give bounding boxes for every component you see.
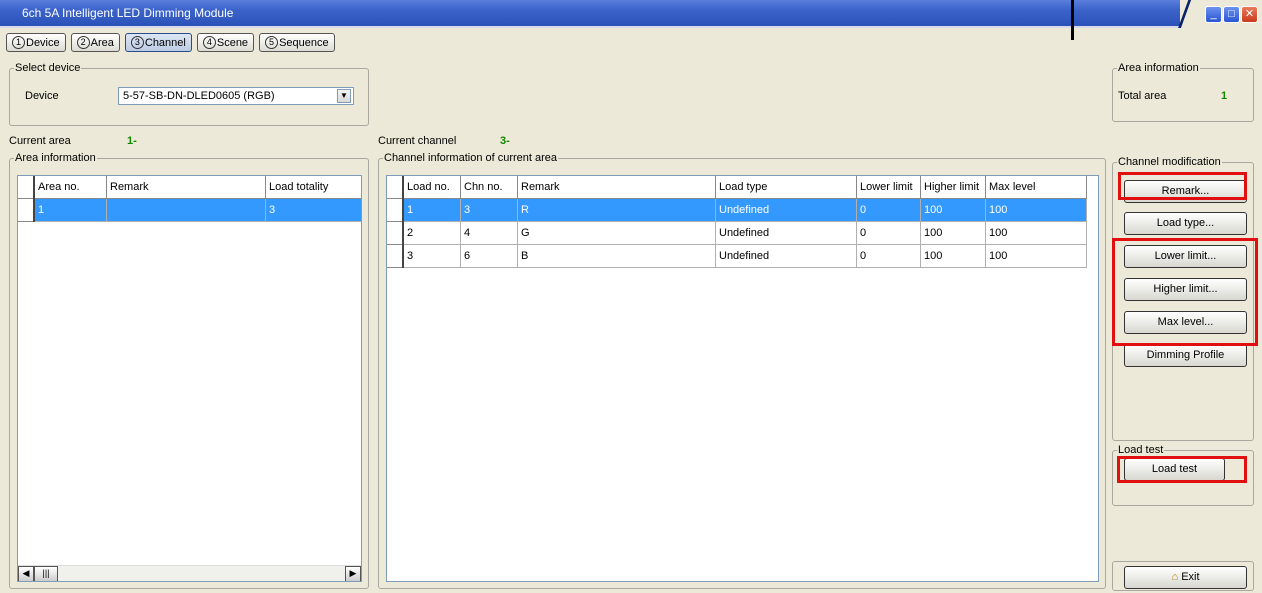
exit-button[interactable]: ⌂ Exit	[1124, 566, 1247, 589]
scroll-left-icon[interactable]: ◀	[18, 566, 34, 581]
channel-mod-legend: Channel modification	[1118, 156, 1221, 168]
table-header-row: Load no. Chn no. Remark Load type Lower …	[387, 176, 1087, 199]
table-cell[interactable]: B	[517, 244, 716, 268]
table-cell[interactable]: 6	[460, 244, 518, 268]
text-cursor	[1071, 0, 1074, 40]
dimming-profile-button[interactable]: Dimming Profile	[1124, 344, 1247, 367]
row-header[interactable]	[18, 198, 35, 222]
exit-label: Exit	[1181, 571, 1200, 583]
title-bar-slant	[1170, 0, 1200, 28]
column-header[interactable]: Lower limit	[856, 176, 921, 199]
table-cell[interactable]: 100	[920, 244, 986, 268]
tab-area[interactable]: 2 Area	[70, 33, 120, 52]
row-header-corner	[18, 176, 35, 199]
channel-table: Load no. Chn no. Remark Load type Lower …	[386, 175, 1099, 582]
table-cell[interactable]	[106, 198, 266, 222]
column-header[interactable]: Higher limit	[920, 176, 986, 199]
row-header[interactable]	[387, 198, 404, 222]
tab-number: 5	[265, 36, 279, 49]
highlight-remark	[1118, 172, 1247, 200]
load-test-legend: Load test	[1118, 444, 1164, 456]
table-cell[interactable]: 3	[265, 198, 361, 222]
table-cell[interactable]: G	[517, 221, 716, 245]
tab-sequence[interactable]: 5 Sequence	[259, 33, 335, 52]
area-summary-legend: Area information	[1118, 62, 1199, 74]
highlight-limits	[1112, 238, 1258, 346]
highlight-load-test	[1117, 456, 1247, 483]
table-cell[interactable]: 100	[985, 198, 1087, 222]
table-cell[interactable]: 100	[920, 198, 986, 222]
scroll-thumb[interactable]: |||	[34, 566, 58, 581]
table-cell[interactable]: 4	[460, 221, 518, 245]
tab-scene[interactable]: 4 Scene	[196, 33, 255, 52]
current-area-label: Current area	[9, 135, 71, 147]
row-header-corner	[387, 176, 404, 199]
step-tabs: 1 Device 2 Area 3 Channel 4 Scene 5 Sequence	[6, 33, 335, 52]
area-table: Area no. Remark Load totality 1 3 ◀ ||| …	[17, 175, 362, 582]
table-row[interactable]: 1 3	[18, 198, 361, 222]
horizontal-scrollbar[interactable]: ◀ ||| ▶	[18, 565, 361, 581]
current-channel-label: Current channel	[378, 135, 457, 147]
table-header-row: Area no. Remark Load totality	[18, 176, 361, 199]
column-header[interactable]: Max level	[985, 176, 1087, 199]
area-info-legend: Area information	[15, 152, 96, 164]
column-header[interactable]: Remark	[106, 176, 266, 199]
close-icon[interactable]: ✕	[1241, 6, 1258, 23]
minimize-icon[interactable]: _	[1205, 6, 1222, 23]
table-cell[interactable]: 0	[856, 244, 921, 268]
table-cell[interactable]: 3	[403, 244, 461, 268]
row-header[interactable]	[387, 244, 404, 268]
table-row[interactable]: 3 6 B Undefined 0 100 100	[387, 244, 1087, 268]
column-header[interactable]: Load totality	[265, 176, 361, 199]
tab-number: 1	[12, 36, 25, 49]
tab-label: Sequence	[279, 36, 329, 49]
chevron-down-icon[interactable]: ▼	[337, 89, 351, 103]
tab-channel[interactable]: 3 Channel	[124, 33, 192, 52]
total-area-value: 1	[1221, 90, 1228, 102]
total-area-label: Total area	[1118, 90, 1167, 102]
tab-label: Channel	[144, 36, 186, 49]
table-cell[interactable]: 100	[920, 221, 986, 245]
select-device-legend: Select device	[15, 62, 81, 74]
tab-label: Area	[90, 36, 114, 49]
row-header[interactable]	[387, 221, 404, 245]
channel-info-legend: Channel information of current area	[384, 152, 558, 164]
load-type-button[interactable]: Load type...	[1124, 212, 1247, 235]
exit-door-icon: ⌂	[1171, 571, 1179, 583]
device-select[interactable]: 5-57-SB-DN-DLED0605 (RGB) ▼	[118, 87, 354, 105]
current-area-value: 1-	[127, 135, 137, 147]
table-cell[interactable]: Undefined	[715, 198, 857, 222]
column-header[interactable]: Area no.	[34, 176, 107, 199]
table-cell[interactable]: 0	[856, 221, 921, 245]
scroll-right-icon[interactable]: ▶	[345, 566, 361, 581]
tab-number: 3	[130, 36, 144, 49]
table-cell[interactable]: 1	[34, 198, 107, 222]
table-cell[interactable]: Undefined	[715, 221, 857, 245]
tab-number: 2	[76, 36, 90, 49]
table-cell[interactable]: 1	[403, 198, 461, 222]
table-cell[interactable]: 0	[856, 198, 921, 222]
window-title: 6ch 5A Intelligent LED Dimming Module	[22, 6, 234, 20]
maximize-icon[interactable]: □	[1223, 6, 1240, 23]
tab-number: 4	[202, 36, 216, 49]
table-row[interactable]: 1 3 R Undefined 0 100 100	[387, 198, 1087, 222]
table-cell[interactable]: 2	[403, 221, 461, 245]
table-cell[interactable]: 100	[985, 244, 1087, 268]
tab-device[interactable]: 1 Device	[6, 33, 66, 52]
table-cell[interactable]: 100	[985, 221, 1087, 245]
table-cell[interactable]: R	[517, 198, 716, 222]
current-channel-value: 3-	[500, 135, 510, 147]
column-header[interactable]: Load type	[715, 176, 857, 199]
column-header[interactable]: Chn no.	[460, 176, 518, 199]
column-header[interactable]: Remark	[517, 176, 716, 199]
table-row[interactable]: 2 4 G Undefined 0 100 100	[387, 221, 1087, 245]
tab-label: Scene	[216, 36, 249, 49]
device-select-value: 5-57-SB-DN-DLED0605 (RGB)	[123, 90, 275, 102]
table-cell[interactable]: 3	[460, 198, 518, 222]
device-label: Device	[25, 90, 59, 102]
table-cell[interactable]: Undefined	[715, 244, 857, 268]
tab-label: Device	[26, 36, 60, 49]
column-header[interactable]: Load no.	[403, 176, 461, 199]
